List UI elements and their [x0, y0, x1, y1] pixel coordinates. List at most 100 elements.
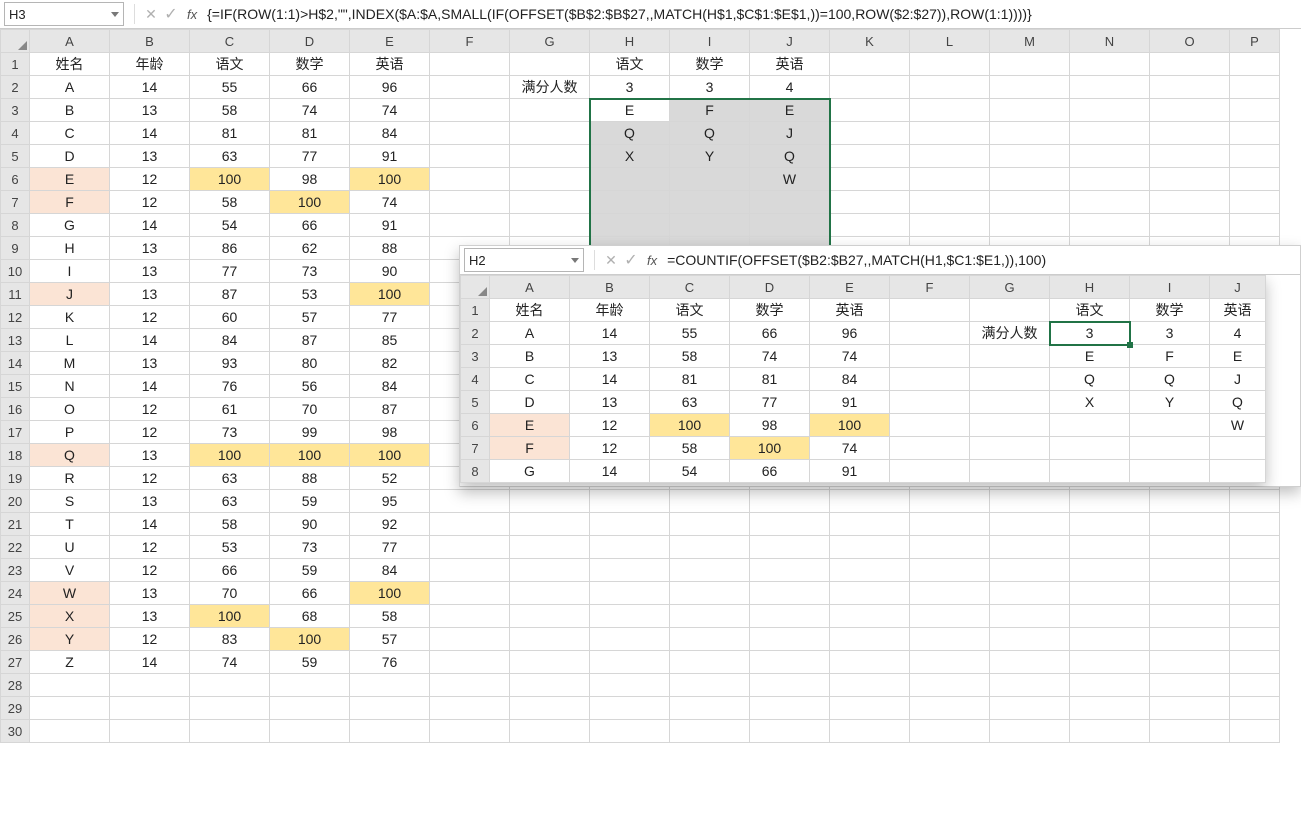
inset-cell-I6[interactable]: [1130, 414, 1210, 437]
inset-cell-G7[interactable]: [970, 437, 1050, 460]
inset-cell-D2[interactable]: 66: [730, 322, 810, 345]
cell-L25[interactable]: [910, 605, 990, 628]
row-header-7[interactable]: 7: [1, 191, 30, 214]
row-header-1[interactable]: 1: [1, 53, 30, 76]
cell-M7[interactable]: [990, 191, 1070, 214]
row-header-19[interactable]: 19: [1, 467, 30, 490]
cell-B23[interactable]: 12: [110, 559, 190, 582]
cell-J30[interactable]: [750, 720, 830, 743]
cell-M6[interactable]: [990, 168, 1070, 191]
row-header-14[interactable]: 14: [1, 352, 30, 375]
cell-A23[interactable]: V: [30, 559, 110, 582]
cell-M23[interactable]: [990, 559, 1070, 582]
cell-E21[interactable]: 92: [350, 513, 430, 536]
cell-N24[interactable]: [1070, 582, 1150, 605]
cell-J24[interactable]: [750, 582, 830, 605]
inset-cell-H8[interactable]: [1050, 460, 1130, 483]
inset-cell-D6[interactable]: 98: [730, 414, 810, 437]
cell-G8[interactable]: [510, 214, 590, 237]
inset-cell-J6[interactable]: W: [1210, 414, 1266, 437]
select-all-corner[interactable]: [1, 30, 30, 53]
cell-E13[interactable]: 85: [350, 329, 430, 352]
cell-H20[interactable]: [590, 490, 670, 513]
cell-K3[interactable]: [830, 99, 910, 122]
cell-C9[interactable]: 86: [190, 237, 270, 260]
cell-J25[interactable]: [750, 605, 830, 628]
cell-A30[interactable]: [30, 720, 110, 743]
cell-B20[interactable]: 13: [110, 490, 190, 513]
cell-N26[interactable]: [1070, 628, 1150, 651]
cell-J6[interactable]: W: [750, 168, 830, 191]
cell-P28[interactable]: [1230, 674, 1280, 697]
cell-B28[interactable]: [110, 674, 190, 697]
cell-D18[interactable]: 100: [270, 444, 350, 467]
cell-J4[interactable]: J: [750, 122, 830, 145]
cell-A26[interactable]: Y: [30, 628, 110, 651]
inset-cell-A5[interactable]: D: [490, 391, 570, 414]
row-header-16[interactable]: 16: [1, 398, 30, 421]
cell-D6[interactable]: 98: [270, 168, 350, 191]
cell-I26[interactable]: [670, 628, 750, 651]
row-header-13[interactable]: 13: [1, 329, 30, 352]
cell-B13[interactable]: 14: [110, 329, 190, 352]
cell-I1[interactable]: 数学: [670, 53, 750, 76]
cell-D22[interactable]: 73: [270, 536, 350, 559]
cell-M21[interactable]: [990, 513, 1070, 536]
cell-E4[interactable]: 84: [350, 122, 430, 145]
cell-L27[interactable]: [910, 651, 990, 674]
inset-cell-C5[interactable]: 63: [650, 391, 730, 414]
fx-icon[interactable]: fx: [187, 7, 197, 22]
inset-cell-F1[interactable]: [890, 299, 970, 322]
cell-B24[interactable]: 13: [110, 582, 190, 605]
cell-J8[interactable]: [750, 214, 830, 237]
cell-O2[interactable]: [1150, 76, 1230, 99]
row-header-12[interactable]: 12: [1, 306, 30, 329]
cell-B16[interactable]: 12: [110, 398, 190, 421]
cell-K30[interactable]: [830, 720, 910, 743]
cell-D28[interactable]: [270, 674, 350, 697]
cell-A24[interactable]: W: [30, 582, 110, 605]
cancel-icon[interactable]: ✕: [601, 250, 621, 270]
cell-D1[interactable]: 数学: [270, 53, 350, 76]
cell-H26[interactable]: [590, 628, 670, 651]
cell-B14[interactable]: 13: [110, 352, 190, 375]
inset-cell-B4[interactable]: 14: [570, 368, 650, 391]
cell-I30[interactable]: [670, 720, 750, 743]
cell-H3[interactable]: E: [590, 99, 670, 122]
cell-C7[interactable]: 58: [190, 191, 270, 214]
cell-C13[interactable]: 84: [190, 329, 270, 352]
inset-cell-E2[interactable]: 96: [810, 322, 890, 345]
inset-cell-G5[interactable]: [970, 391, 1050, 414]
cell-N4[interactable]: [1070, 122, 1150, 145]
cell-H23[interactable]: [590, 559, 670, 582]
cell-C15[interactable]: 76: [190, 375, 270, 398]
inset-cell-J8[interactable]: [1210, 460, 1266, 483]
inset-cell-G1[interactable]: [970, 299, 1050, 322]
inset-select-all-corner[interactable]: [461, 276, 490, 299]
inset-cell-E4[interactable]: 84: [810, 368, 890, 391]
cell-G7[interactable]: [510, 191, 590, 214]
cell-N21[interactable]: [1070, 513, 1150, 536]
cell-M29[interactable]: [990, 697, 1070, 720]
inset-cell-C6[interactable]: 100: [650, 414, 730, 437]
cell-P1[interactable]: [1230, 53, 1280, 76]
cell-E28[interactable]: [350, 674, 430, 697]
cell-F5[interactable]: [430, 145, 510, 168]
cell-C5[interactable]: 63: [190, 145, 270, 168]
col-header-I[interactable]: I: [670, 30, 750, 53]
cell-F4[interactable]: [430, 122, 510, 145]
cell-I2[interactable]: 3: [670, 76, 750, 99]
cell-E15[interactable]: 84: [350, 375, 430, 398]
col-header-F[interactable]: F: [430, 30, 510, 53]
cell-C20[interactable]: 63: [190, 490, 270, 513]
cell-I22[interactable]: [670, 536, 750, 559]
name-box-inset[interactable]: H2: [464, 248, 584, 272]
cell-H5[interactable]: X: [590, 145, 670, 168]
cell-J27[interactable]: [750, 651, 830, 674]
cell-P7[interactable]: [1230, 191, 1280, 214]
cell-D25[interactable]: 68: [270, 605, 350, 628]
cell-I21[interactable]: [670, 513, 750, 536]
cell-P30[interactable]: [1230, 720, 1280, 743]
cell-D13[interactable]: 87: [270, 329, 350, 352]
cell-J5[interactable]: Q: [750, 145, 830, 168]
